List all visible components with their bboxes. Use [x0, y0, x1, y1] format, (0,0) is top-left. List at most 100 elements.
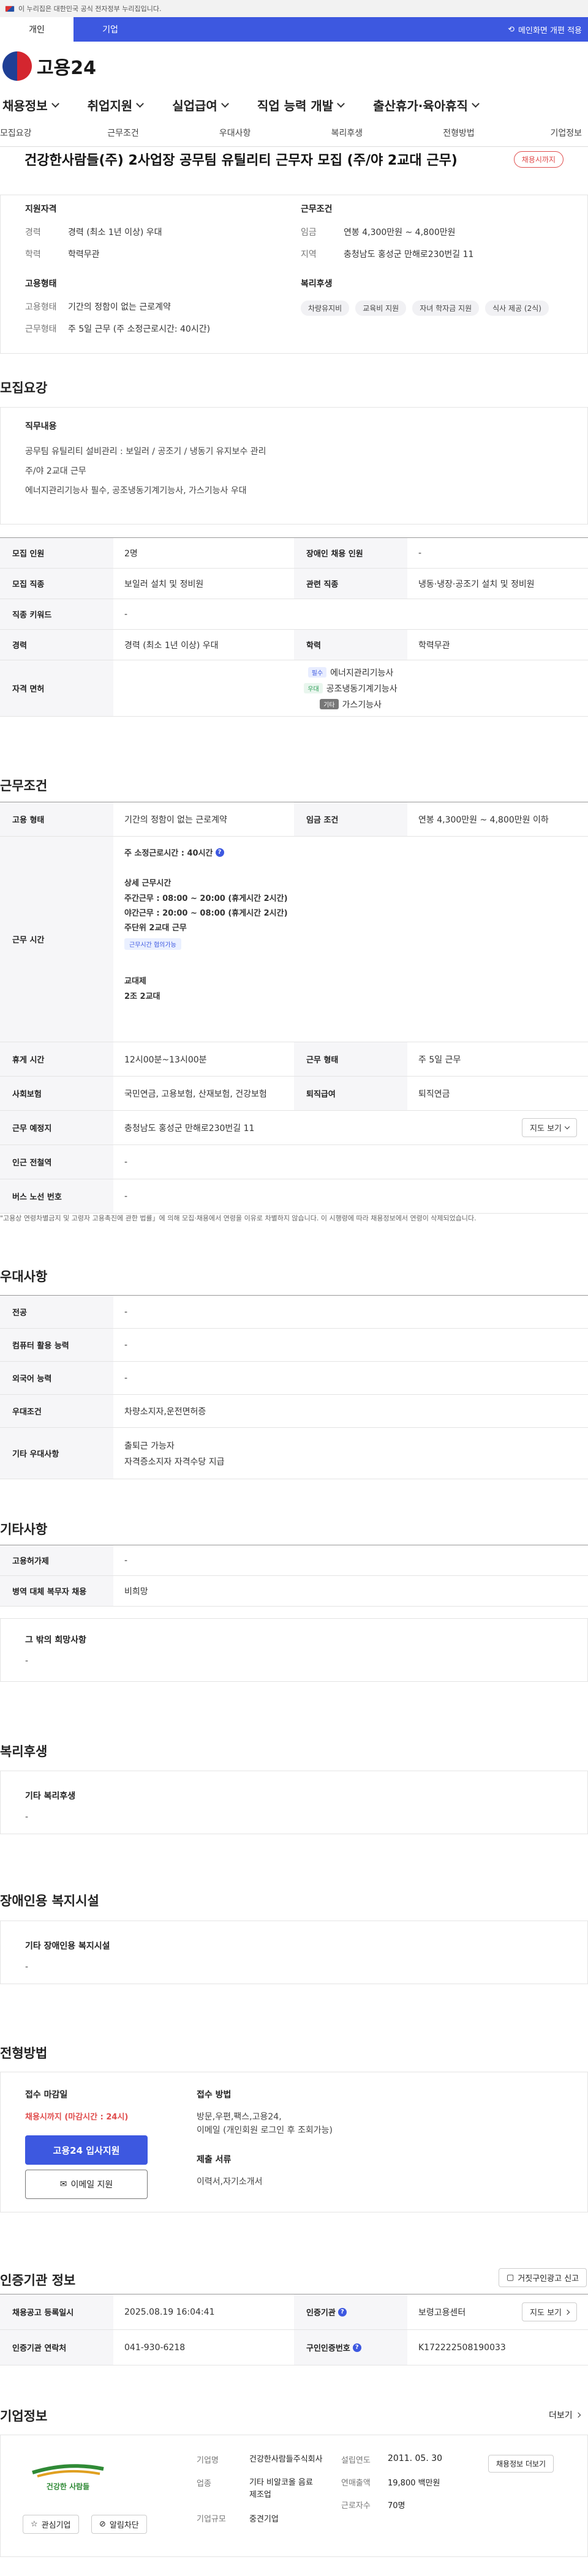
- info-icon[interactable]: ?: [337, 2307, 347, 2317]
- table-row: 근무 예정지 충청남도 홍성군 만해로230번길 11 지도 보기: [0, 1111, 588, 1145]
- agency-map-button[interactable]: 지도 보기: [522, 2302, 577, 2321]
- table-row: 직종 키워드 -: [0, 599, 588, 630]
- license-item: 우대 공조냉동기계기능사: [304, 682, 398, 695]
- shift-heading: 교대제: [124, 977, 146, 986]
- table-row: 외국어 능력 -: [0, 1362, 588, 1395]
- wish-box: 그 밖의 희망사항 -: [0, 1618, 588, 1682]
- apply-button[interactable]: 고용24 입사지원: [25, 2135, 148, 2165]
- company-box: 건강한 사람들 ☆ 관심기업 ⊘ 알림차단 기업명 건강한사람들주식회사 업종 기타 비…: [0, 2435, 588, 2557]
- chevron-down-icon: [136, 99, 145, 108]
- subnav-pref[interactable]: 우대사항: [179, 127, 291, 139]
- table-header-cell: 인증기관?: [294, 2294, 407, 2329]
- apply-left: 접수 마감일 채용시까지 (마감시간 : 24시) 고용24 입사지원 ✉ 이메일…: [25, 2088, 172, 2199]
- company-more-link[interactable]: 더보기: [549, 2409, 581, 2421]
- nav-training[interactable]: 직업 능력 개발: [257, 96, 345, 114]
- document-icon: ▢: [507, 2273, 514, 2282]
- license-name: 가스기능사: [342, 700, 382, 710]
- table-cell: -: [124, 1555, 128, 1566]
- table-row: 우대조건 차량소지자,운전면허증: [0, 1395, 588, 1428]
- map-button[interactable]: 지도 보기: [522, 1118, 577, 1137]
- table-header-cell: 컴퓨터 활용 능력: [0, 1329, 113, 1361]
- redesign-toggle[interactable]: ⟲ 메인화면 개편 적용: [508, 17, 588, 42]
- pref-table: 전공 - 컴퓨터 활용 능력 - 외국어 능력 - 우대조건 차량소지자,운전면허증 기…: [0, 1295, 588, 1479]
- recruit-title: 모집요강: [0, 381, 48, 395]
- nav-unemployment[interactable]: 실업급여: [172, 96, 229, 114]
- summary-heading: 근무조건: [301, 204, 333, 214]
- report-button[interactable]: ▢ 거짓구인광고 신고: [499, 2268, 587, 2287]
- summary-row: 경력 경력 (최소 1년 이상) 우대: [25, 228, 162, 237]
- job-summary: 지원자격 경력 경력 (최소 1년 이상) 우대 학력 학력무관 고용형태 고용형태…: [0, 195, 588, 354]
- table-cell: -: [124, 1340, 128, 1350]
- license-name: 공조냉동기계기능사: [326, 684, 398, 694]
- disab-box: 기타 장애인용 복지시설 -: [0, 1921, 588, 1984]
- table-header-cell: 전공: [0, 1296, 113, 1328]
- table-cell: 퇴직연금: [418, 1089, 450, 1099]
- nav-jobs[interactable]: 채용정보: [2, 96, 59, 114]
- info-icon[interactable]: ?: [352, 2343, 361, 2352]
- block-alert-button[interactable]: ⊘ 알림차단: [91, 2515, 147, 2534]
- table-header-cell: 근무 시간: [0, 837, 113, 1042]
- disab-title: 장애인용 복지시설: [0, 1894, 99, 1908]
- tab-personal[interactable]: 개인: [0, 17, 74, 42]
- table-cell: -: [124, 1373, 128, 1383]
- company-row: 근로자수 70명: [341, 2501, 405, 2511]
- table-header-cell: 인근 전철역: [0, 1145, 113, 1179]
- benefit-value: -: [25, 1812, 29, 1822]
- info-icon[interactable]: ?: [215, 848, 224, 857]
- table-cell: 비희망: [124, 1586, 148, 1597]
- summary-row: 지역 충청남도 홍성군 만해로230번길 11: [301, 250, 474, 259]
- logo-text[interactable]: 고용24: [37, 53, 96, 80]
- favorite-company-button[interactable]: ☆ 관심기업: [23, 2515, 79, 2534]
- table-row: 고용 형태 기간의 정함이 없는 근로계약 임금 조건 연봉 4,300만원 ~…: [0, 802, 588, 837]
- company-row: 연매출액 19,800 백만원: [341, 2479, 440, 2488]
- apply-right: 접수 방법 방문,우편,팩스,고용24, 이메일 (개인회원 로그인 후 조회가…: [197, 2088, 503, 2187]
- table-header-cell: 모집 직종: [0, 569, 113, 599]
- nav-employment-support[interactable]: 취업지원: [88, 96, 145, 114]
- company-info-right: 설립연도 2011. 05. 30 연매출액 19,800 백만원 근로자수 70명: [341, 2454, 442, 2511]
- table-header-cell: 근무 형태: [294, 1042, 407, 1076]
- site-header: 고용24: [0, 42, 588, 91]
- company-logo-icon: [32, 2463, 104, 2477]
- agency-table: 채용공고 등록일시 2025.08.19 16:04:41 인증기관? 보령고용…: [0, 2294, 588, 2365]
- subnav-apply[interactable]: 전형방법: [403, 127, 515, 139]
- chevron-down-icon: [564, 1124, 570, 1130]
- table-header-cell: 고용허가제: [0, 1545, 113, 1575]
- pref-etc-line: 출퇴근 가능자: [124, 1441, 175, 1451]
- table-header-cell: 사회보험: [0, 1077, 113, 1110]
- email-apply-button[interactable]: ✉ 이메일 지원: [25, 2170, 148, 2199]
- company-jobs-button[interactable]: 채용정보 더보기: [488, 2455, 554, 2473]
- table-header-cell: 채용공고 등록일시: [0, 2294, 113, 2329]
- subnav-company[interactable]: 기업정보: [514, 127, 582, 139]
- duty-line: 공무팀 유틸리티 설비관리 : 보일러 / 공조기 / 냉동기 유지보수 관리: [25, 447, 266, 457]
- work-time-line: 주간근무 : 08:00 ~ 20:00 (휴게시간 2시간): [124, 894, 288, 903]
- license-badge: 필수: [307, 667, 327, 678]
- job-title: 건강한사람들(주) 2사업장 공무팀 유틸리티 근무자 모집 (주/야 2교대 …: [24, 153, 458, 168]
- subnav-recruit[interactable]: 모집요강: [0, 127, 67, 139]
- status-badge: 채용시까지: [513, 151, 564, 168]
- duty-line: 주/야 2교대 근무: [25, 466, 86, 476]
- table-header-cell: 모집 인원: [0, 538, 113, 568]
- work-time-line: 주단위 2교대 근무: [124, 924, 187, 933]
- welfare-tag: 식사 제공 (2식): [485, 301, 549, 316]
- disab-heading: 기타 장애인용 복지시설: [25, 1941, 110, 1951]
- logo-icon[interactable]: [2, 51, 32, 81]
- star-icon: ☆: [31, 2520, 38, 2529]
- benefit-title: 복리후생: [0, 1744, 48, 1759]
- table-row: 사회보험 국민연금, 고용보험, 산재보험, 건강보험 퇴직급여 퇴직연금: [0, 1077, 588, 1111]
- shift-value: 2조 2교대: [124, 992, 160, 1001]
- table-row: 근무 시간 주 소정근로시간 : 40시간? 상세 근무시간 주간근무 : 08…: [0, 837, 588, 1042]
- flag-icon: [5, 5, 15, 12]
- table-header-cell: 병역 대체 복무자 채용: [0, 1576, 113, 1606]
- subnav-benefit[interactable]: 복리후생: [291, 127, 403, 139]
- table-header-cell: 휴게 시간: [0, 1042, 113, 1076]
- nav-leave[interactable]: 출산휴가·육아휴직: [373, 96, 480, 114]
- chevron-down-icon: [337, 99, 345, 108]
- tab-company[interactable]: 기업: [74, 17, 147, 42]
- subnav-work[interactable]: 근무조건: [67, 127, 179, 139]
- table-row: 병역 대체 복무자 채용 비희망: [0, 1576, 588, 1607]
- agency-title: 인증기관 정보: [0, 2273, 76, 2288]
- company-title: 기업정보: [0, 2409, 48, 2424]
- table-row: 인증기관 연락처 041-930-6218 구인인증번호? K172222508…: [0, 2330, 588, 2365]
- company-logo-text: 건강한 사람들: [46, 2482, 90, 2491]
- table-cell: 냉동·냉장·공조기 설치 및 정비원: [418, 579, 535, 589]
